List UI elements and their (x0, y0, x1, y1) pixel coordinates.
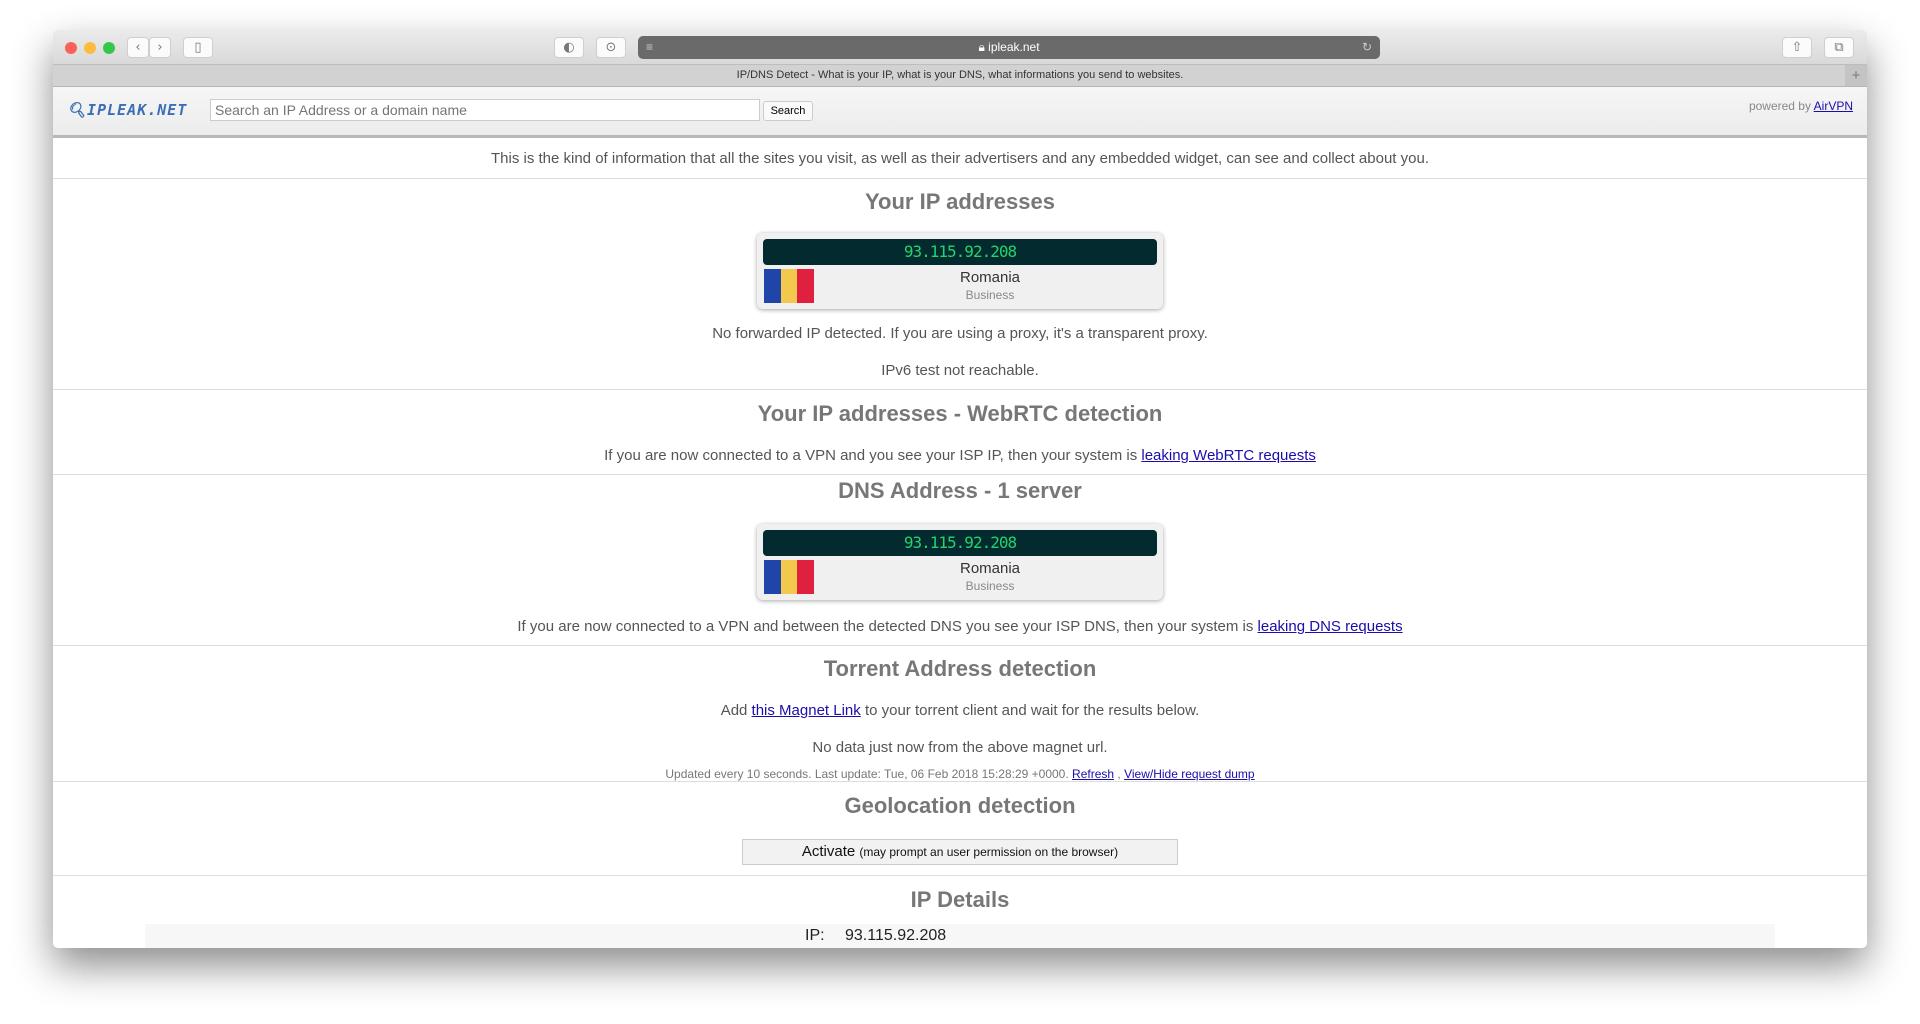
activate-geolocation-button[interactable]: Activate (may prompt an user permission … (742, 839, 1178, 865)
site-logo[interactable]: 🔍︎IPLEAK.NET (67, 101, 187, 119)
webrtc-text: If you are now connected to a VPN and yo… (604, 447, 1316, 464)
geolocation-title: Geolocation detection (844, 793, 1076, 818)
divider (53, 781, 1867, 782)
reload-icon[interactable]: ↻ (1362, 36, 1372, 59)
tab-active[interactable]: IP/DNS Detect - What is your IP, what is… (737, 69, 1184, 81)
url-text: ipleak.net (988, 40, 1040, 54)
share-icon[interactable]: ⇧ (1782, 37, 1812, 58)
tabs-icon[interactable]: ⧉ (1824, 37, 1854, 58)
dns-card: 93.115.92.208 Romania Business (757, 524, 1163, 600)
ip-address: 93.115.92.208 (763, 239, 1157, 265)
magnifier-icon: 🔍︎ (67, 101, 88, 119)
forwarded-text: No forwarded IP detected. If you are usi… (712, 325, 1208, 342)
ip-type: Business (965, 288, 1015, 302)
divider (53, 645, 1867, 646)
webrtc-leak-link[interactable]: leaking WebRTC requests (1141, 447, 1316, 464)
torrent-status: No data just now from the above magnet u… (812, 739, 1108, 756)
ip-details-row: IP: 93.115.92.208 (145, 924, 1775, 948)
torrent-text: Add this Magnet Link to your torrent cli… (720, 702, 1200, 719)
browser-window: ‹ › ▯ ◐ ⊙ ≡ 🔒︎ ipleak.net ↻ ⇧ ⧉ IP/DNS D… (53, 30, 1867, 948)
dns-type: Business (965, 579, 1015, 593)
dns-address: 93.115.92.208 (763, 530, 1157, 556)
ip-card: 93.115.92.208 Romania Business (757, 233, 1163, 309)
dns-leak-link[interactable]: leaking DNS requests (1258, 618, 1403, 635)
tab-bar: IP/DNS Detect - What is your IP, what is… (53, 65, 1867, 87)
torrent-title: Torrent Address detection (823, 656, 1097, 681)
divider (53, 474, 1867, 475)
dns-title: DNS Address - 1 server (838, 478, 1082, 503)
airvpn-link[interactable]: AirVPN (1814, 99, 1853, 113)
back-icon[interactable]: ‹ (127, 37, 149, 58)
sidebar-icon[interactable]: ▯ (183, 37, 213, 58)
ip-value: 93.115.92.208 (845, 927, 947, 944)
ipv6-text: IPv6 test not reachable. (881, 362, 1039, 379)
ip-country: Romania (959, 269, 1021, 286)
ip-section-title: Your IP addresses (865, 189, 1055, 214)
dns-text: If you are now connected to a VPN and be… (517, 618, 1403, 635)
lock-icon: 🔒︎ (978, 40, 985, 54)
site-header: 🔍︎IPLEAK.NET Search powered by AirVPN (53, 87, 1867, 138)
zoom-window-button[interactable] (103, 42, 115, 54)
address-bar[interactable]: ≡ 🔒︎ ipleak.net ↻ (638, 36, 1380, 59)
magnet-link[interactable]: this Magnet Link (752, 702, 861, 719)
reader-icon[interactable]: ≡ (646, 36, 653, 59)
minimize-window-button[interactable] (84, 42, 96, 54)
forward-icon[interactable]: › (149, 37, 171, 58)
refresh-link[interactable]: Refresh (1072, 767, 1114, 781)
browser-toolbar: ‹ › ▯ ◐ ⊙ ≡ 🔒︎ ipleak.net ↻ ⇧ ⧉ (53, 30, 1867, 65)
content-blocker-icon[interactable]: ◐ (554, 37, 584, 58)
romania-flag-icon (764, 269, 815, 303)
powered-by: powered by AirVPN (1748, 99, 1853, 113)
search-input[interactable] (210, 99, 760, 121)
new-tab-button[interactable]: + (1845, 65, 1867, 86)
divider (53, 389, 1867, 390)
dns-country: Romania (959, 560, 1021, 577)
divider (53, 178, 1867, 179)
intro-text: This is the kind of information that all… (490, 150, 1429, 167)
ip-details-title: IP Details (910, 887, 1010, 912)
romania-flag-icon (764, 560, 815, 594)
ip-label: IP: (805, 927, 825, 944)
close-window-button[interactable] (65, 42, 77, 54)
password-icon[interactable]: ⊙ (596, 37, 626, 58)
search-button[interactable]: Search (763, 101, 813, 121)
webrtc-title: Your IP addresses - WebRTC detection (757, 401, 1163, 426)
divider (53, 875, 1867, 876)
request-dump-link[interactable]: View/Hide request dump (1124, 767, 1255, 781)
